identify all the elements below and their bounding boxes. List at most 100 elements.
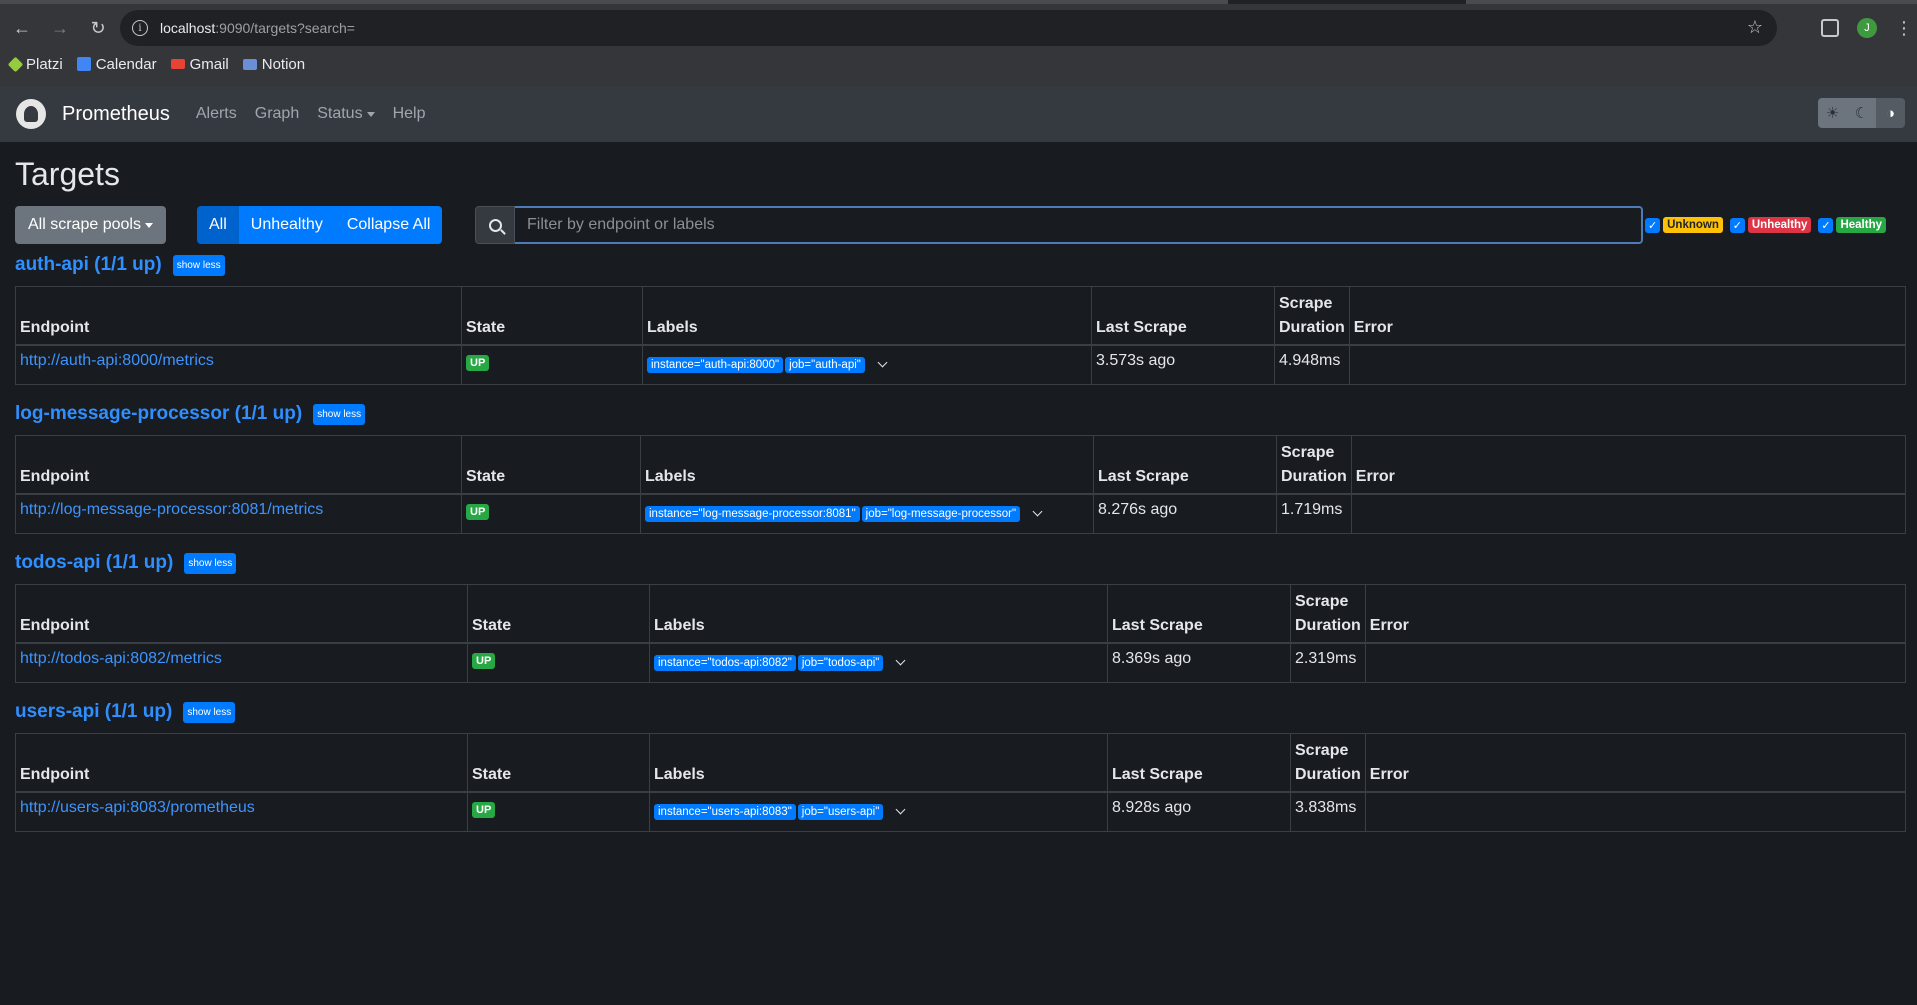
show-less-button[interactable]: show less (313, 403, 366, 425)
calendar-icon (76, 57, 91, 71)
targets-table: Endpoint State Labels Last Scrape Scrape… (15, 286, 1907, 385)
sun-icon[interactable]: ☀ (1818, 98, 1847, 128)
prometheus-logo-icon[interactable] (16, 99, 46, 129)
caret-down-icon (144, 222, 153, 228)
targets-table: Endpoint State Labels Last Scrape Scrape… (15, 733, 1907, 832)
scrape-duration: 4.948ms (1274, 344, 1350, 385)
col-state: State (461, 435, 641, 495)
bookmark-calendar[interactable]: Calendar (76, 56, 157, 73)
main-content: Targets All scrape pools All Unhealthy C… (0, 156, 1917, 832)
notion-icon (242, 58, 257, 70)
site-info-icon[interactable]: i (132, 20, 148, 36)
targets-table: Endpoint State Labels Last Scrape Scrape… (15, 584, 1907, 683)
label-badge: instance="auth-api:8000" (647, 356, 784, 373)
healthy-checkbox[interactable]: ✓ (1818, 217, 1834, 233)
url-text[interactable]: localhost:9090/targets?search= (160, 20, 355, 36)
show-less-button[interactable]: show less (184, 552, 237, 574)
search-group (475, 206, 1643, 244)
col-error: Error (1364, 584, 1907, 644)
bookmark-star-icon[interactable]: ☆ (1747, 17, 1763, 38)
profile-avatar[interactable]: J (1857, 18, 1877, 38)
endpoint-link[interactable]: http://auth-api:8000/metrics (20, 352, 214, 369)
pool-title[interactable]: log-message-processor (1/1 up) (15, 403, 302, 425)
inactive-tab-edge[interactable] (1466, 0, 1917, 4)
endpoint-link[interactable]: http://users-api:8083/prometheus (20, 799, 255, 816)
show-less-button[interactable]: show less (183, 701, 236, 723)
nav-status[interactable]: Status (317, 105, 375, 123)
reload-icon[interactable]: ↻ (82, 12, 114, 44)
search-input[interactable] (515, 206, 1643, 244)
bookmark-notion[interactable]: Notion (242, 56, 305, 73)
nav-help[interactable]: Help (393, 105, 426, 123)
extensions-icon[interactable] (1821, 19, 1839, 37)
label-badge: instance="users-api:8083" (654, 803, 796, 820)
chevron-down-icon[interactable] (895, 655, 906, 665)
col-last-scrape: Last Scrape (1091, 286, 1275, 346)
col-labels: Labels (649, 584, 1108, 644)
last-scrape: 8.276s ago (1093, 493, 1277, 534)
nav-alerts[interactable]: Alerts (196, 105, 237, 123)
unhealthy-checkbox[interactable]: ✓ (1729, 217, 1745, 233)
show-less-button[interactable]: show less (172, 254, 225, 276)
error-cell (1350, 493, 1907, 534)
chevron-down-icon[interactable] (1032, 506, 1043, 516)
unknown-checkbox[interactable]: ✓ (1645, 217, 1661, 233)
nav-graph[interactable]: Graph (255, 105, 299, 123)
labels-cell: instance="auth-api:8000" job="auth-api" (642, 344, 1092, 385)
col-endpoint: Endpoint (15, 286, 462, 346)
contrast-icon[interactable]: ◑ (1876, 98, 1905, 128)
label-badge: instance="log-message-processor:8081" (645, 505, 860, 522)
table-header-row: Endpoint State Labels Last Scrape Scrape… (15, 435, 1907, 495)
browser-chrome: ← → ↻ i localhost:9090/targets?search= ☆… (0, 0, 1917, 86)
col-last-scrape: Last Scrape (1107, 733, 1291, 793)
bookmark-gmail[interactable]: Gmail (170, 56, 229, 73)
nav-status-label: Status (317, 105, 363, 122)
labels-cell: instance="log-message-processor:8081" job… (640, 493, 1094, 534)
scrape-duration: 1.719ms (1276, 493, 1352, 534)
table-header-row: Endpoint State Labels Last Scrape Scrape… (15, 584, 1907, 644)
bookmarks-bar: Platzi Calendar Gmail Notion (7, 52, 305, 76)
table-header-row: Endpoint State Labels Last Scrape Scrape… (15, 286, 1907, 346)
last-scrape: 3.573s ago (1091, 344, 1275, 385)
filter-all-button[interactable]: All (197, 206, 239, 244)
browser-menu-icon[interactable]: ⋮ (1895, 18, 1913, 39)
col-scrape-duration: Scrape Duration (1290, 584, 1366, 644)
col-endpoint: Endpoint (15, 435, 462, 495)
col-endpoint: Endpoint (15, 584, 468, 644)
collapse-all-button[interactable]: Collapse All (334, 206, 443, 244)
table-row: http://auth-api:8000/metrics UP instance… (15, 344, 1907, 385)
platzi-icon (7, 56, 24, 72)
gmail-icon (170, 59, 185, 69)
label-badge: job="todos-api" (797, 654, 884, 671)
pool-title[interactable]: todos-api (1/1 up) (15, 552, 173, 574)
tab-strip (0, 0, 1917, 4)
label-badge: job="users-api" (797, 803, 884, 820)
bookmark-platzi[interactable]: Platzi (7, 56, 63, 73)
active-tab-edge[interactable] (0, 0, 1228, 4)
chevron-down-icon[interactable] (877, 357, 888, 367)
chevron-down-icon[interactable] (895, 804, 906, 814)
theme-toggle: ☀ ☾ ◑ (1818, 98, 1905, 128)
col-scrape-duration: Scrape Duration (1274, 286, 1350, 346)
address-bar[interactable]: i localhost:9090/targets?search= ☆ (120, 10, 1777, 46)
filter-unhealthy-button[interactable]: Unhealthy (238, 206, 335, 244)
col-state: State (467, 584, 650, 644)
pool-title[interactable]: users-api (1/1 up) (15, 701, 172, 723)
scrape-pools-dropdown[interactable]: All scrape pools (15, 206, 166, 244)
table-row: http://log-message-processor:8081/metric… (15, 493, 1907, 534)
controls-bar: All scrape pools All Unhealthy Collapse … (15, 206, 1902, 248)
brand-name[interactable]: Prometheus (62, 103, 170, 126)
back-arrow-icon[interactable]: ← (6, 12, 38, 44)
col-endpoint: Endpoint (15, 733, 468, 793)
forward-arrow-icon[interactable]: → (44, 12, 76, 44)
moon-icon[interactable]: ☾ (1847, 98, 1876, 128)
scrape-pool-log-message-processor: log-message-processor (1/1 up) show less… (15, 397, 1907, 534)
endpoint-link[interactable]: http://log-message-processor:8081/metric… (20, 501, 323, 518)
label-badge: job="log-message-processor" (861, 505, 1021, 522)
last-scrape: 8.928s ago (1107, 791, 1291, 832)
col-state: State (461, 286, 643, 346)
col-labels: Labels (640, 435, 1094, 495)
health-filters: ✓ Unknown ✓ Unhealthy ✓ Healthy (1645, 217, 1890, 233)
endpoint-link[interactable]: http://todos-api:8082/metrics (20, 650, 222, 667)
pool-title[interactable]: auth-api (1/1 up) (15, 254, 162, 276)
